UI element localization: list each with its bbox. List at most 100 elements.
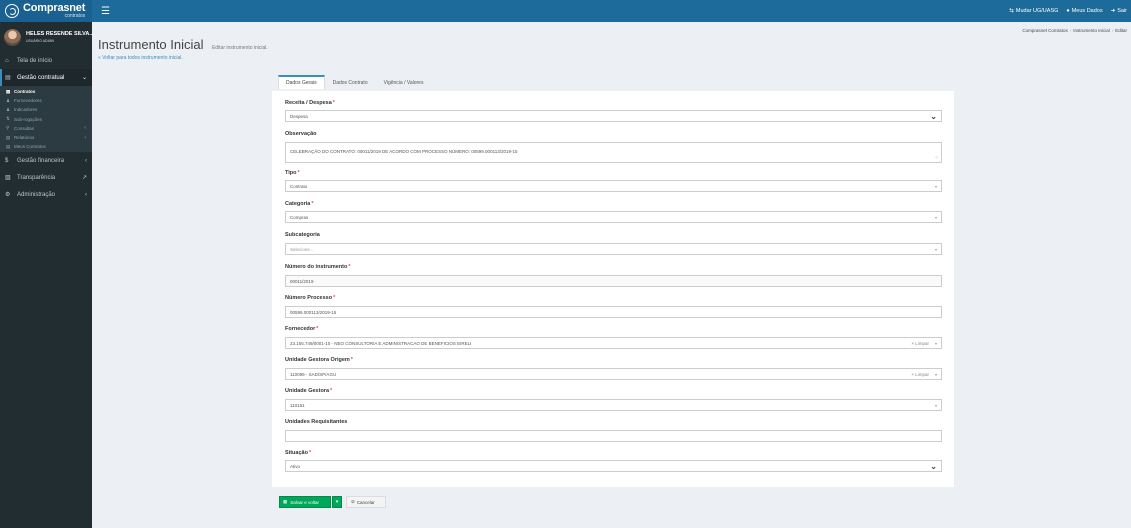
page-subtitle: Editar instrumento inicial. xyxy=(211,45,268,51)
breadcrumb-instrumento[interactable]: Instrumento Inicial xyxy=(1073,28,1110,33)
change-ug-button[interactable]: ⇆ Mudar UG/UASG xyxy=(1009,8,1058,14)
caret-down-icon: ▾ xyxy=(934,246,937,252)
top-navbar: Comprasnet contratos ☰ ⇆ Mudar UG/UASG ● M… xyxy=(0,0,1131,22)
tipo-select[interactable]: Contrato ▾ xyxy=(285,180,942,192)
save-options-dropdown[interactable]: ▾ xyxy=(332,496,342,508)
form-tabs: Dados Gerais Dados Contrato Vigência / V… xyxy=(278,75,431,89)
numero-instrumento-input[interactable]: 00011/2019 xyxy=(285,275,942,287)
cancel-button[interactable]: ⊘ Cancelar xyxy=(346,496,386,508)
comprasnet-logo-icon xyxy=(5,4,19,18)
unidade-gestora-label: Unidade Gestora* xyxy=(285,388,333,394)
sidebar-item-transparencia[interactable]: ▧ Transparência ↗ xyxy=(0,169,92,186)
swap-icon: ⇆ xyxy=(1009,8,1014,14)
categoria-label: Categoria* xyxy=(285,201,314,207)
fornecedor-label: Fornecedor* xyxy=(285,326,319,332)
users-icon: ♟ xyxy=(6,106,11,112)
brand-logo[interactable]: Comprasnet contratos xyxy=(0,0,92,22)
chevron-left-icon: ‹ xyxy=(85,157,87,164)
sidebar-item-home[interactable]: ⌂ Tela de início xyxy=(0,52,92,69)
my-data-button[interactable]: ● Meus Dados xyxy=(1066,8,1102,14)
sidebar-item-sub-rogacoes[interactable]: ⇅ Sub-rogações xyxy=(0,115,92,124)
caret-down-icon: ▾ xyxy=(335,499,339,505)
page-title: Instrumento Inicial xyxy=(98,37,204,52)
caret-down-icon: ▾ xyxy=(934,214,937,220)
caret-down-icon: ▾ xyxy=(934,340,937,346)
avatar xyxy=(4,28,21,46)
sidebar: HELES RESENDE SILVA... USUÁRIO ADMIN ⌂ T… xyxy=(0,22,94,528)
sidebar-item-gestao-financeira[interactable]: $ Gestão financeira ‹ xyxy=(0,152,92,169)
categoria-select[interactable]: Compras ▾ xyxy=(285,211,942,223)
chevron-down-icon: ⌄ xyxy=(930,112,937,121)
content-header: Instrumento Inicial Editar instrumento i… xyxy=(98,36,268,54)
save-icon: ▦ xyxy=(283,499,288,504)
back-link[interactable]: « Voltar para todos instrumento inicial. xyxy=(98,55,183,61)
tab-dados-contrato[interactable]: Dados Contrato xyxy=(325,75,376,89)
observacao-label: Observação xyxy=(285,131,317,137)
subcategoria-label: Subcategoria xyxy=(285,232,320,238)
chevron-down-icon: ⌄ xyxy=(930,462,937,471)
sidebar-item-relatorios[interactable]: ▤ Relatórios ‹ xyxy=(0,133,92,142)
sidebar-item-administracao[interactable]: ⚙ Administração ‹ xyxy=(0,186,92,203)
resize-handle-icon[interactable]: ⁘ xyxy=(935,155,939,161)
numero-instrumento-label: Número do instrumento* xyxy=(285,264,351,270)
sidebar-item-meus-contratos[interactable]: ▤ Meus Contratos xyxy=(0,142,92,151)
unidade-gestora-select[interactable]: 110161 ▾ xyxy=(285,399,942,411)
sidebar-item-contratos[interactable]: ▤ Contratos xyxy=(0,87,92,96)
tab-dados-gerais[interactable]: Dados Gerais xyxy=(278,75,325,89)
user-name: HELES RESENDE SILVA... xyxy=(26,31,94,37)
hamburger-icon[interactable]: ☰ xyxy=(101,6,110,17)
user-role: USUÁRIO ADMIN xyxy=(26,39,55,43)
external-link-icon: ↗ xyxy=(81,175,87,182)
situacao-label: Situação* xyxy=(285,450,312,456)
submenu-gestao-contratual: ▤ Contratos ♟ Fornecedores ♟ Indicadores ⇅ S… xyxy=(0,86,92,153)
exchange-icon: ⇅ xyxy=(6,116,10,122)
breadcrumb-home[interactable]: Comprasnet Contratos xyxy=(1022,28,1067,33)
subcategoria-select[interactable]: Selecione... ▾ xyxy=(285,243,942,255)
form-panel: Receita / Despesa* Despesa ⌄ Observação … xyxy=(272,91,954,487)
user-icon: ● xyxy=(1066,8,1070,14)
caret-down-icon: ▾ xyxy=(934,402,937,408)
chevron-down-icon: ⌄ xyxy=(81,75,87,81)
receita-despesa-select[interactable]: Despesa ⌄ xyxy=(285,110,942,122)
chevron-left-icon: ‹ xyxy=(84,125,86,132)
receita-despesa-label: Receita / Despesa* xyxy=(285,100,335,106)
unidades-requisitantes-label: Unidades Requisitantes xyxy=(285,419,348,425)
unidade-origem-label: Unidade Gestora Origem* xyxy=(285,357,353,363)
file-icon: ▤ xyxy=(5,75,11,81)
caret-down-icon: ▾ xyxy=(934,371,937,377)
unidade-origem-clear-button[interactable]: × Limpar xyxy=(911,372,929,377)
logout-button[interactable]: ➜ Sair xyxy=(1111,8,1127,14)
sidebar-item-gestao-contratual[interactable]: ▤ Gestão contratual ⌄ xyxy=(0,69,92,86)
sidebar-item-consultas[interactable]: ⚲ Consultas ‹ xyxy=(0,124,92,133)
breadcrumb: Comprasnet Contratos › Instrumento Inicial… xyxy=(1022,28,1127,33)
search-icon: ⚲ xyxy=(6,125,10,131)
gears-icon: ⚙ xyxy=(5,192,11,199)
unidade-origem-select[interactable]: 110099 - SAD/SP/AGU × Limpar ▾ xyxy=(285,368,942,380)
ban-icon: ⊘ xyxy=(351,499,355,504)
home-icon: ⌂ xyxy=(5,57,9,64)
unidades-requisitantes-input[interactable] xyxy=(285,430,942,442)
file-icon: ▤ xyxy=(6,134,11,140)
numero-processo-label: Número Processo* xyxy=(285,295,336,301)
file-icon: ▤ xyxy=(6,88,11,94)
situacao-select[interactable]: Ativo ⌄ xyxy=(285,460,942,472)
users-icon: ♟ xyxy=(6,97,11,103)
caret-down-icon: ▾ xyxy=(934,183,937,189)
save-and-back-button[interactable]: ▦ Salvar e voltar xyxy=(279,496,331,508)
file-icon: ▤ xyxy=(6,143,11,149)
fornecedor-select[interactable]: 23.155.749/0001-10 - NEO CONSULTORIA E A… xyxy=(285,337,942,349)
fornecedor-clear-button[interactable]: × Limpar xyxy=(911,341,929,346)
dollar-icon: $ xyxy=(5,157,9,164)
tab-vigencia-valores[interactable]: Vigência / Valores xyxy=(376,75,432,89)
chevron-left-icon: ‹ xyxy=(84,134,86,141)
user-panel: HELES RESENDE SILVA... USUÁRIO ADMIN xyxy=(0,22,94,52)
logout-icon: ➜ xyxy=(1110,8,1116,14)
numero-processo-input[interactable]: 00599.000113/2019-15 xyxy=(285,306,942,318)
sidebar-item-indicadores[interactable]: ♟ Indicadores xyxy=(0,105,92,114)
sidebar-item-fornecedores[interactable]: ♟ Fornecedores xyxy=(0,96,92,105)
table-icon: ▧ xyxy=(5,175,11,182)
chevron-left-icon: ‹ xyxy=(85,191,87,198)
breadcrumb-current: Editar xyxy=(1115,28,1127,33)
observacao-textarea[interactable]: CELEBRAÇÃO DO CONTRATO: 00011/2019 DE AC… xyxy=(285,142,942,163)
tipo-label: Tipo* xyxy=(285,170,300,176)
